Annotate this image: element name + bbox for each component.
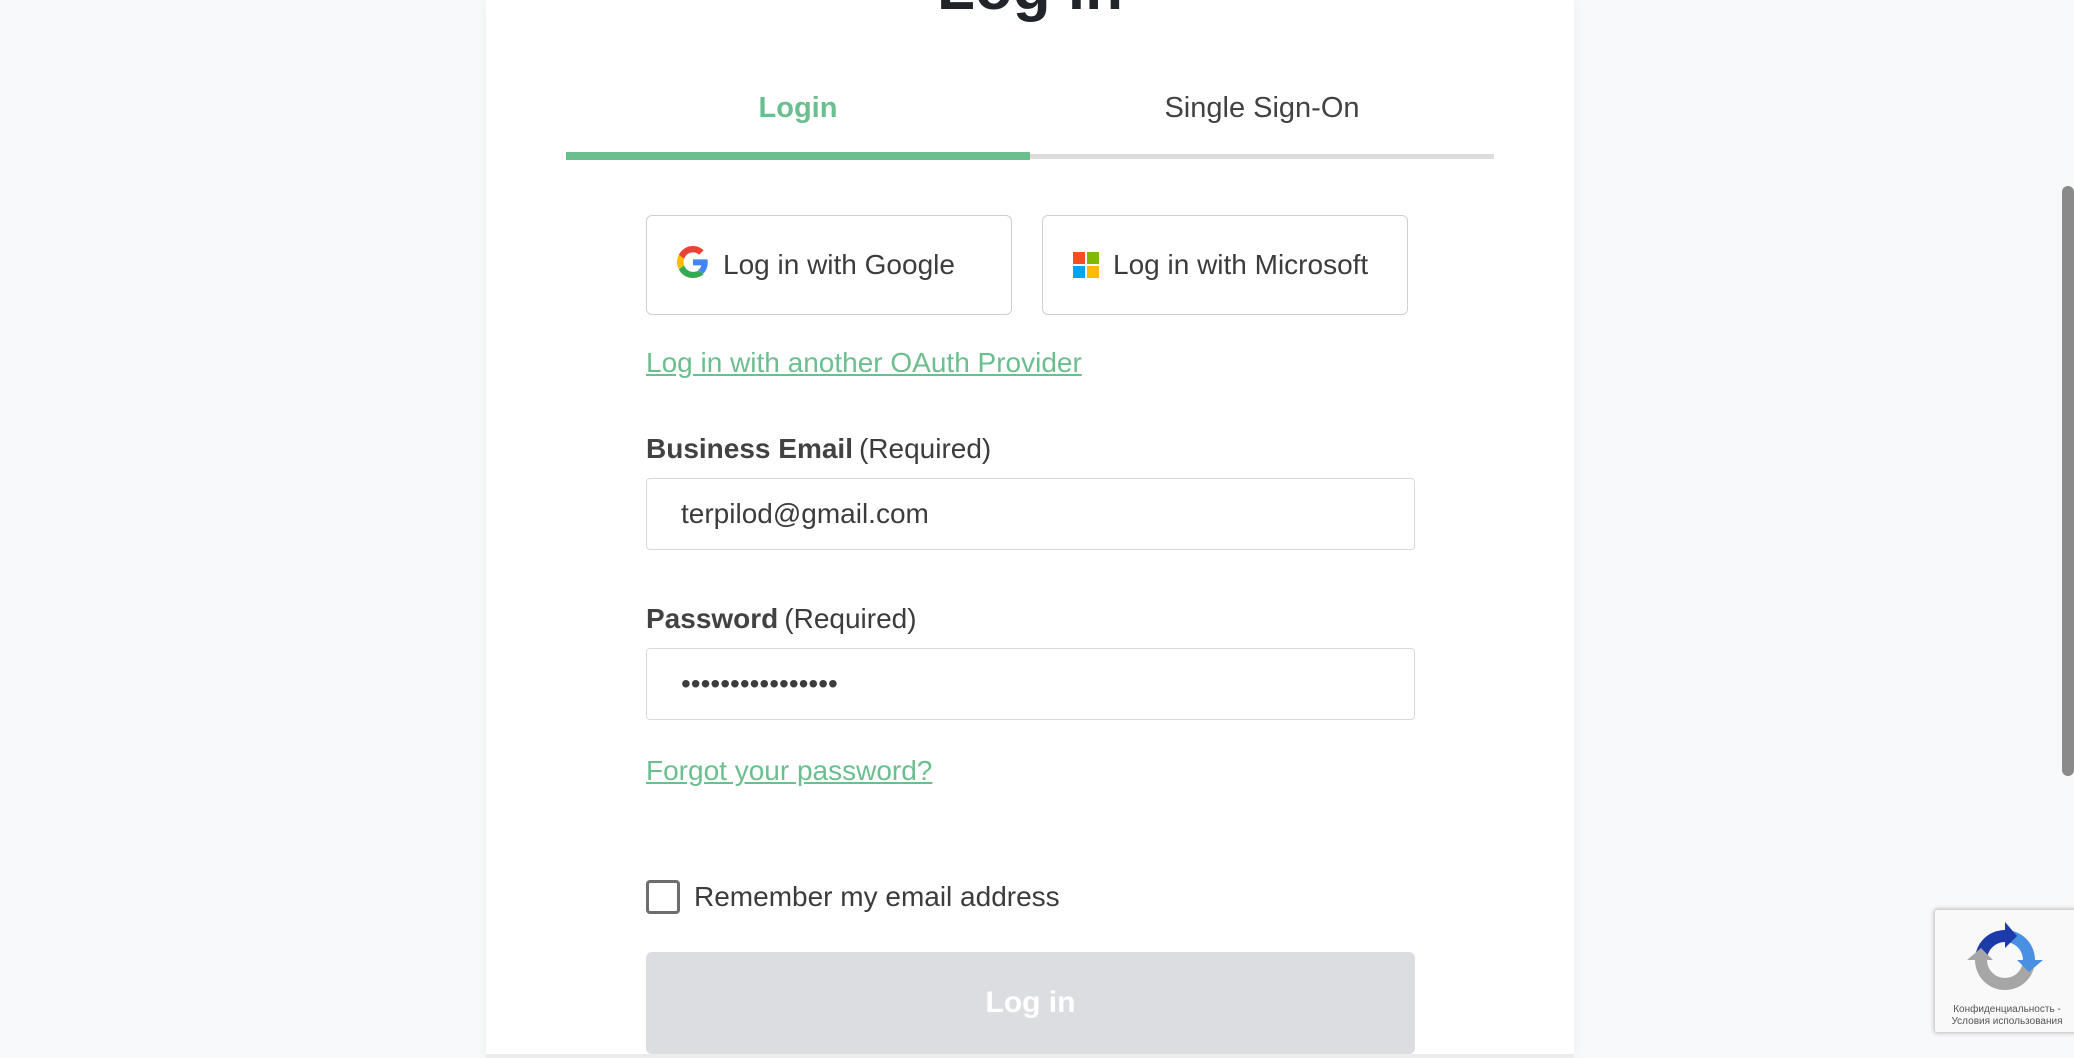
remember-email-option[interactable]: Remember my email address (646, 880, 1060, 914)
tab-single-sign-on[interactable]: Single Sign-On (1030, 66, 1494, 156)
microsoft-login-label: Log in with Microsoft (1113, 249, 1369, 280)
microsoft-logo-icon (1073, 252, 1099, 278)
scrollbar-thumb[interactable] (2062, 186, 2074, 776)
email-required-note: (Required) (858, 433, 992, 464)
email-label-text: Business Email (646, 433, 853, 464)
tab-login[interactable]: Login (566, 66, 1030, 156)
password-required-note: (Required) (784, 603, 917, 634)
login-card: Log in Login Single Sign-On (486, 0, 1574, 1058)
google-logo-icon (677, 245, 709, 285)
oauth-buttons: Log in with Google Log in with Microsoft (646, 215, 1415, 319)
password-label: Password (Required) (646, 603, 917, 635)
remember-email-label: Remember my email address (694, 881, 1060, 912)
recaptcha-separator: - (2057, 1004, 2061, 1015)
email-label: Business Email (Required) (646, 433, 991, 465)
email-field[interactable]: terpilod@gmail.com (646, 478, 1415, 550)
google-login-button[interactable]: Log in with Google (646, 215, 1012, 315)
recaptcha-badge[interactable]: Конфиденциальность - Условия использован… (1934, 909, 2074, 1033)
active-tab-indicator (566, 152, 1030, 160)
password-label-text: Password (646, 603, 779, 634)
remember-email-checkbox[interactable] (646, 880, 680, 914)
page: Log in Login Single Sign-On (0, 0, 2074, 1058)
login-tabs: Login Single Sign-On (566, 66, 1494, 160)
page-title: Log in (486, 0, 1574, 20)
recaptcha-terms-link[interactable]: Условия использования (1952, 1016, 2063, 1027)
google-login-label: Log in with Google (723, 249, 955, 280)
recaptcha-logo-icon (1965, 920, 2045, 1000)
forgot-password-link[interactable]: Forgot your password? (646, 755, 932, 786)
recaptcha-privacy-link[interactable]: Конфиденциальность (1953, 1004, 2054, 1015)
login-submit-button[interactable]: Log in (646, 952, 1415, 1054)
password-field[interactable]: •••••••••••••••• (646, 648, 1415, 720)
recaptcha-links: Конфиденциальность - Условия использован… (1941, 1004, 2073, 1028)
other-oauth-provider-link[interactable]: Log in with another OAuth Provider (646, 347, 1082, 378)
login-form: Log in with Google Log in with Microsoft… (646, 215, 1415, 1054)
microsoft-login-button[interactable]: Log in with Microsoft (1042, 215, 1408, 315)
